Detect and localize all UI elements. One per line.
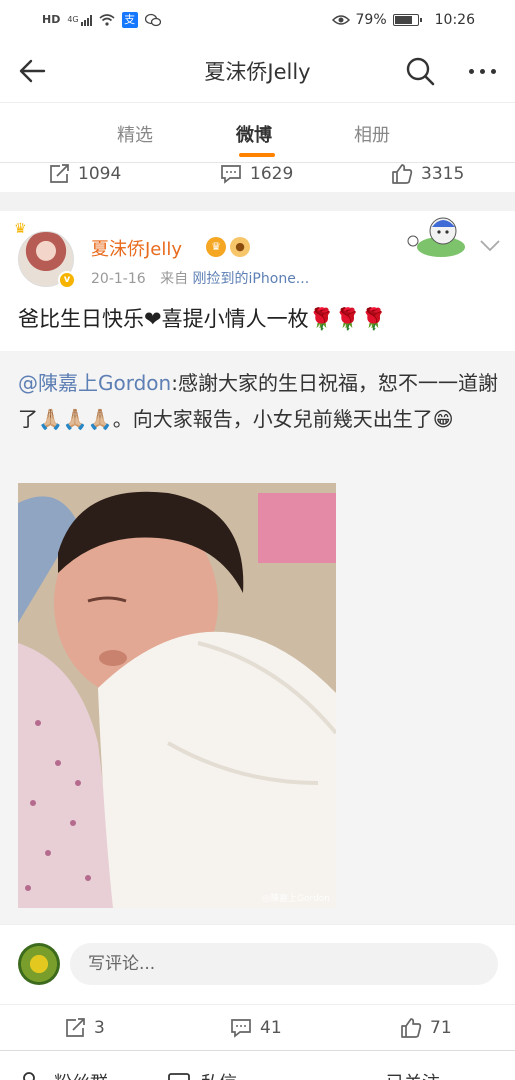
like-icon <box>392 164 413 184</box>
post-source[interactable]: 刚捡到的iPhone... <box>193 271 310 287</box>
comment-icon <box>221 165 241 184</box>
like-button[interactable]: 71 <box>400 1017 452 1039</box>
post-text: 爸比生日快乐❤喜提小情人一枚🌹🌹🌹 <box>18 307 388 331</box>
prev-comment-button[interactable]: 1629 <box>220 163 293 185</box>
status-bar: HD 4G 支 79% 10:26 <box>0 0 515 40</box>
like-icon <box>401 1018 422 1038</box>
post-meta: 20-1-16 来自 刚捡到的iPhone... <box>91 268 309 288</box>
prev-like-count: 3315 <box>421 164 465 184</box>
status-right: 79% 10:26 <box>331 12 475 28</box>
prev-comment-count: 1629 <box>250 164 294 184</box>
card-sticker-icon <box>407 217 465 257</box>
previous-post-actions: 1094 1629 3315 <box>0 162 515 192</box>
message-icon <box>168 1073 190 1080</box>
alipay-icon: 支 <box>121 12 138 28</box>
verified-badge-icon: v <box>58 271 76 289</box>
following-button[interactable]: 已关注 <box>352 1069 440 1080</box>
user-badges: ♛ ● <box>206 237 250 257</box>
my-avatar[interactable] <box>18 943 60 985</box>
message-button[interactable]: 私信 <box>167 1069 237 1080</box>
profile-bottom-bar: 粉丝群 私信 已关注 <box>0 1050 515 1080</box>
fan-badge-icon[interactable]: ● <box>230 237 250 257</box>
following-label: 已关注 <box>386 1069 440 1080</box>
chevron-down-icon[interactable] <box>479 237 501 253</box>
prev-repost-count: 1094 <box>78 164 122 184</box>
minus-icon <box>352 1071 376 1080</box>
message-label: 私信 <box>201 1069 237 1080</box>
repost-icon <box>66 1018 85 1037</box>
eye-comfort-icon <box>331 15 350 25</box>
battery-icon <box>392 14 422 26</box>
fan-group-label: 粉丝群 <box>54 1069 108 1080</box>
comment-count: 41 <box>260 1018 282 1038</box>
post-card[interactable]: ♛ v 夏沫侨Jelly ♛ ● 20-1-16 来自 刚捡到的iPhone..… <box>0 211 515 924</box>
prev-repost-button[interactable]: 1094 <box>48 163 121 185</box>
post-source-prefix: 来自 <box>160 271 189 287</box>
prev-like-button[interactable]: 3315 <box>391 163 464 185</box>
baby-photo-illustration <box>18 483 336 908</box>
repost-button[interactable]: 3 <box>64 1017 105 1039</box>
signal-type-label: 4G <box>67 15 79 24</box>
vip-crown-badge-icon[interactable]: ♛ <box>206 237 226 257</box>
crown-icon: ♛ <box>14 221 27 237</box>
clock: 10:26 <box>434 12 475 28</box>
repost-mention-link[interactable]: @陳嘉上Gordon <box>18 371 171 395</box>
nav-bar: 夏沫侨Jelly <box>0 40 515 102</box>
tab-album[interactable]: 相册 <box>354 121 390 147</box>
network-type-label: HD <box>42 13 61 26</box>
back-arrow-icon[interactable] <box>16 54 50 88</box>
photo-watermark: ◎陳嘉上Gordon <box>262 894 330 904</box>
post-author[interactable]: 夏沫侨Jelly <box>91 235 182 261</box>
battery-percent: 79% <box>355 12 387 28</box>
post-photo[interactable]: ◎陳嘉上Gordon <box>18 483 336 908</box>
wifi-icon <box>99 14 115 26</box>
repost-count: 3 <box>94 1018 105 1038</box>
comment-icon <box>231 1019 251 1038</box>
status-left: HD 4G 支 <box>42 12 161 28</box>
like-count: 71 <box>430 1018 452 1038</box>
search-icon[interactable] <box>403 54 437 88</box>
page-title: 夏沫侨Jelly <box>204 60 311 84</box>
wechat-icon <box>144 13 161 27</box>
post-actions: 3 41 71 <box>0 1004 515 1050</box>
active-tab-indicator <box>239 153 275 157</box>
tab-featured[interactable]: 精选 <box>117 121 153 147</box>
repost-text-block: @陳嘉上Gordon:感謝大家的生日祝福，恕不一一道謝了🙏🏼🙏🏼🙏🏼。向大家報告… <box>18 365 498 437</box>
comment-button[interactable]: 41 <box>230 1017 282 1039</box>
comment-bar: 写评论... <box>0 924 515 1004</box>
signal-icon: 4G <box>67 14 92 26</box>
more-options-icon[interactable] <box>462 54 502 88</box>
post-date: 20-1-16 <box>91 271 146 287</box>
tab-weibo[interactable]: 微博 <box>236 121 272 147</box>
reposted-content[interactable]: @陳嘉上Gordon:感謝大家的生日祝福，恕不一一道謝了🙏🏼🙏🏼🙏🏼。向大家報告… <box>0 351 515 924</box>
fan-group-button[interactable]: 粉丝群 <box>20 1069 108 1080</box>
comment-input[interactable]: 写评论... <box>70 943 498 985</box>
repost-icon <box>50 164 69 183</box>
fan-group-icon <box>23 1072 35 1080</box>
profile-tabs: 精选 微博 相册 <box>0 102 515 162</box>
